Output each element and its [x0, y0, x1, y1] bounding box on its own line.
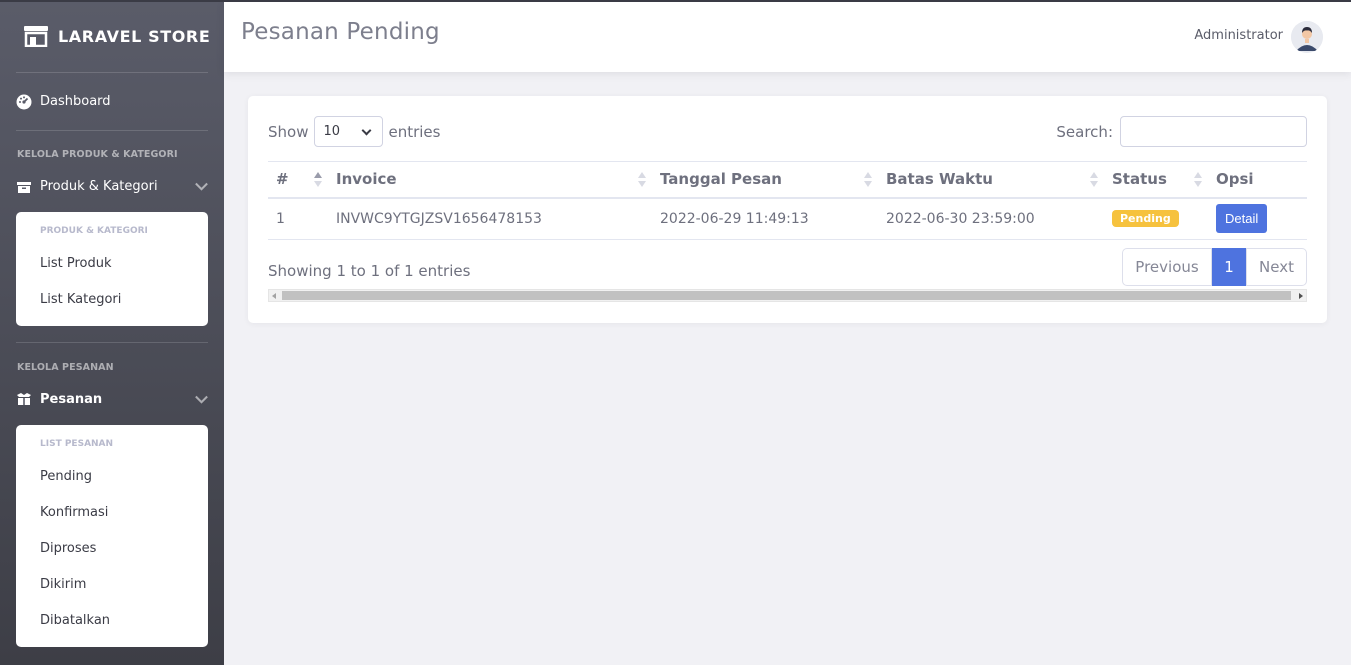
window-top-border — [0, 0, 1351, 2]
orders-table: # Invoice Tanggal Pesan Batas Waktu Stat… — [268, 161, 1307, 240]
table-header-row: # Invoice Tanggal Pesan Batas Waktu Stat… — [268, 161, 1307, 199]
column-header-label: Tanggal Pesan — [660, 170, 782, 189]
status-badge: Pending — [1112, 210, 1179, 228]
scroll-left-icon[interactable] — [272, 293, 276, 299]
column-header-status[interactable]: Status — [1104, 161, 1208, 199]
sort-icon — [1194, 172, 1202, 188]
show-label: Show — [268, 122, 309, 141]
column-header-label: Opsi — [1216, 170, 1254, 189]
brand-name: LARAVEL STORE — [58, 26, 211, 46]
tachometer-icon — [16, 94, 32, 109]
entries-label: entries — [388, 122, 441, 141]
sidebar-heading-pesanan: KELOLA PESANAN — [17, 362, 114, 373]
search-input[interactable] — [1120, 116, 1307, 147]
next-button[interactable]: Next — [1246, 248, 1307, 286]
brand[interactable]: LARAVEL STORE — [0, 0, 224, 72]
sort-icon — [864, 172, 872, 188]
sidebar-item-pesanan[interactable]: Pesanan — [0, 373, 224, 425]
sidebar-item-label: Dashboard — [40, 94, 111, 109]
sort-icon — [638, 172, 646, 188]
submenu-item-konfirmasi[interactable]: Konfirmasi — [16, 495, 208, 531]
sidebar: LARAVEL STORE Dashboard KELOLA PRODUK & … — [0, 0, 224, 665]
submenu-heading: LIST PESANAN — [40, 439, 114, 449]
submenu-item-pending[interactable]: Pending — [16, 459, 208, 495]
column-header-label: Status — [1112, 170, 1167, 189]
scrollbar-thumb[interactable] — [282, 291, 1291, 300]
sidebar-divider — [16, 342, 208, 343]
submenu-item-list-produk[interactable]: List Produk — [16, 246, 208, 282]
sidebar-item-produk-kategori[interactable]: Produk & Kategori — [0, 160, 224, 212]
store-icon — [24, 26, 48, 47]
chevron-down-icon — [362, 125, 372, 136]
cell-opsi: Detail — [1208, 197, 1307, 240]
sidebar-item-label: Produk & Kategori — [40, 178, 158, 194]
column-header-tanggal[interactable]: Tanggal Pesan — [652, 161, 878, 199]
submenu-item-dikirim[interactable]: Dikirim — [16, 567, 208, 603]
detail-button[interactable]: Detail — [1216, 204, 1268, 234]
pagination: Previous 1 Next — [1122, 248, 1307, 286]
cell-no: 1 — [268, 197, 328, 240]
sort-icon — [1090, 172, 1098, 188]
search-label: Search: — [1056, 122, 1113, 141]
entries-select-value: 10 — [323, 124, 341, 139]
submenu-item-list-kategori[interactable]: List Kategori — [16, 282, 208, 318]
search-control: Search: — [1056, 116, 1307, 147]
column-header-label: Invoice — [336, 170, 397, 189]
submenu-item-dibatalkan[interactable]: Dibatalkan — [16, 603, 208, 639]
column-header-no[interactable]: # — [268, 161, 328, 199]
boxes-icon — [17, 182, 31, 193]
chevron-down-icon — [195, 177, 208, 191]
previous-button[interactable]: Previous — [1122, 248, 1212, 286]
sidebar-item-dashboard[interactable]: Dashboard — [0, 73, 224, 130]
sidebar-heading-produk: KELOLA PRODUK & KATEGORI — [17, 149, 178, 160]
orders-card: Show 10 entries Search: # Invoice Tangga… — [248, 96, 1327, 323]
scroll-right-icon[interactable] — [1299, 293, 1303, 299]
entries-select[interactable]: 10 — [314, 116, 384, 147]
page-1-button[interactable]: 1 — [1212, 248, 1246, 286]
page-title: Pesanan Pending — [241, 19, 440, 45]
entries-length-control: Show 10 entries — [268, 116, 440, 147]
column-header-batas[interactable]: Batas Waktu — [878, 161, 1104, 199]
submenu-item-diproses[interactable]: Diproses — [16, 531, 208, 567]
submenu-pesanan: LIST PESANAN Pending Konfirmasi Diproses… — [16, 425, 208, 647]
box-open-icon — [17, 393, 31, 405]
table-row: 1 INVWC9YTGJZSV1656478153 2022-06-29 11:… — [268, 197, 1307, 240]
topbar: Pesanan Pending Administrator — [224, 2, 1351, 72]
sort-icon — [314, 172, 322, 188]
submenu-heading: PRODUK & KATEGORI — [40, 226, 148, 236]
table-info: Showing 1 to 1 of 1 entries — [268, 262, 471, 280]
cell-tanggal: 2022-06-29 11:49:13 — [652, 197, 878, 240]
column-header-label: # — [276, 170, 289, 189]
user-name[interactable]: Administrator — [1194, 28, 1283, 43]
horizontal-scrollbar[interactable] — [268, 289, 1307, 302]
cell-invoice: INVWC9YTGJZSV1656478153 — [328, 197, 652, 240]
column-header-invoice[interactable]: Invoice — [328, 161, 652, 199]
user-avatar-icon[interactable] — [1291, 21, 1323, 53]
sidebar-divider — [16, 130, 208, 131]
cell-batas: 2022-06-30 23:59:00 — [878, 197, 1104, 240]
cell-status: Pending — [1104, 197, 1208, 240]
column-header-label: Batas Waktu — [886, 170, 993, 189]
sidebar-item-label: Pesanan — [40, 391, 103, 407]
column-header-opsi: Opsi — [1208, 161, 1307, 199]
chevron-down-icon — [195, 390, 208, 404]
submenu-produk-kategori: PRODUK & KATEGORI List Produk List Kateg… — [16, 212, 208, 326]
